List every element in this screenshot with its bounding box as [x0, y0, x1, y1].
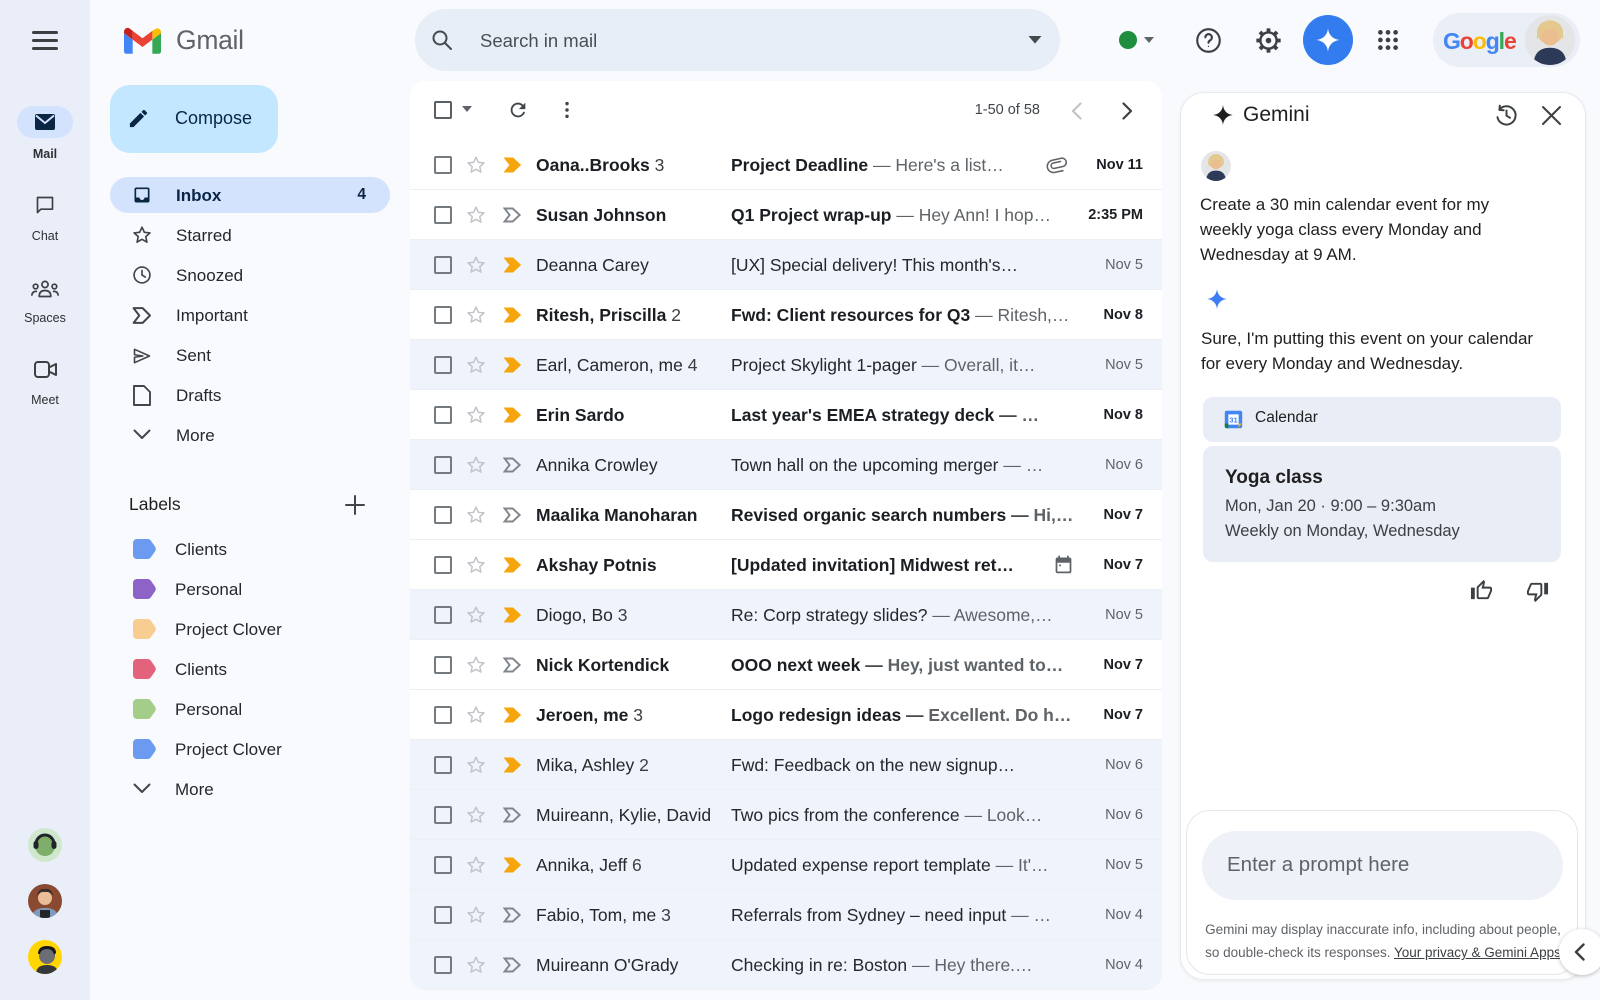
svg-text:31: 31 [1229, 416, 1237, 425]
